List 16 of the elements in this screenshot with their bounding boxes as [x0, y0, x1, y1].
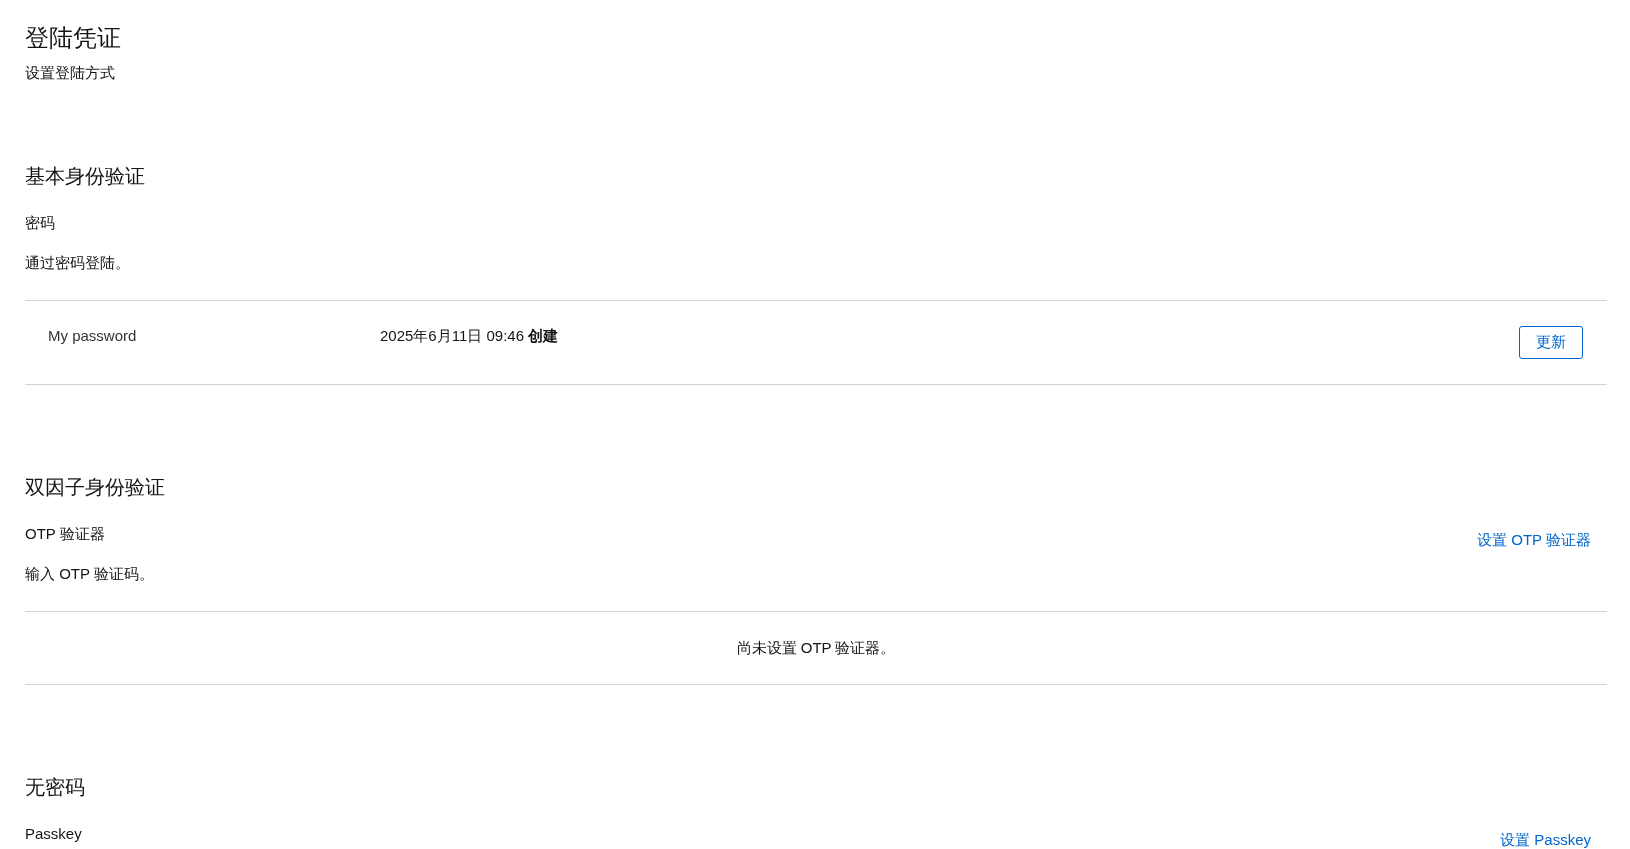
- credential-type-title: OTP 验证器: [25, 524, 106, 544]
- credential-label: My password: [48, 326, 138, 346]
- credential-type-description: 通过密码登陆。: [25, 253, 130, 273]
- created-date: 2025年6月11日 09:46 创建: [380, 326, 560, 346]
- page-title: 登陆凭证: [25, 23, 122, 53]
- page-subtitle: 设置登陆方式: [25, 63, 116, 83]
- section-title: 基本身份验证: [25, 164, 146, 189]
- credential-type-title: 密码: [25, 213, 56, 233]
- update-button[interactable]: 更新: [1519, 326, 1583, 359]
- section-title: 双因子身份验证: [25, 475, 166, 500]
- credential-type-title: Passkey: [25, 824, 82, 844]
- section-title: 无密码: [25, 775, 86, 800]
- setup-link[interactable]: 设置 Passkey: [1500, 829, 1591, 849]
- setup-link[interactable]: 设置 OTP 验证器: [1477, 529, 1591, 551]
- empty-message: 尚未设置 OTP 验证器。: [736, 638, 896, 658]
- credential-type-description: 输入 OTP 验证码。: [25, 564, 154, 584]
